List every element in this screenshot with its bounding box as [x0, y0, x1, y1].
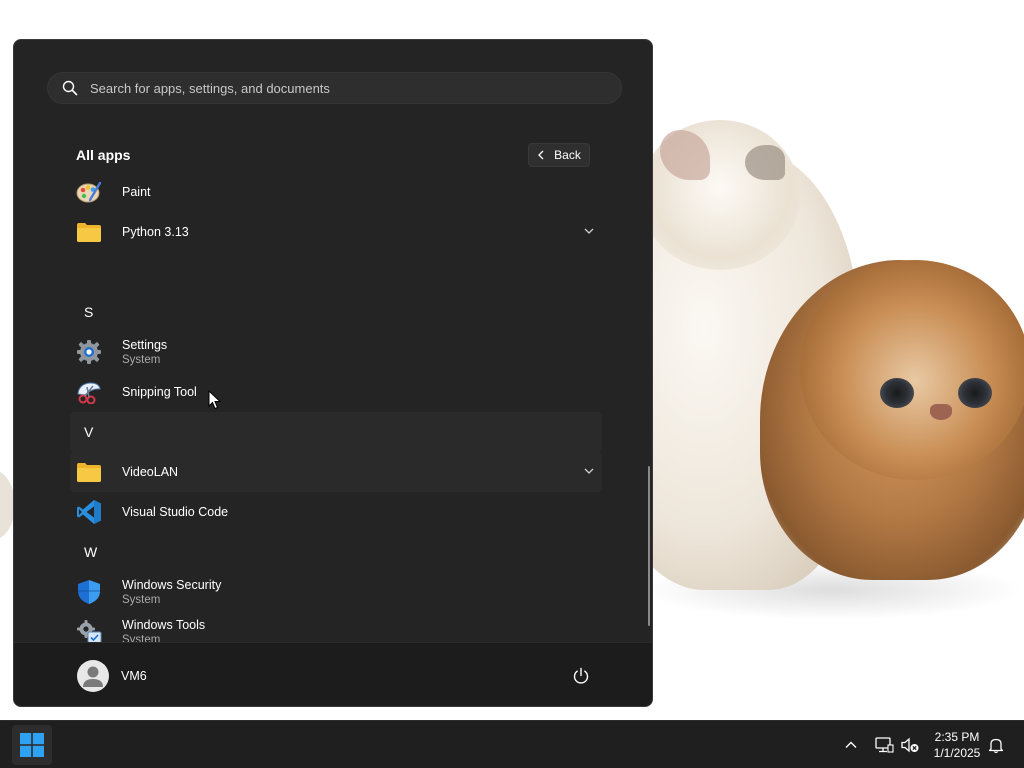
app-item-label: Snipping Tool [122, 385, 197, 399]
network-icon[interactable] [874, 736, 894, 754]
clock-time: 2:35 PM [934, 730, 980, 744]
app-item-label: Visual Studio Code [122, 505, 229, 519]
wallpaper-brown-kitten-head [800, 260, 1024, 480]
folder-item-label: VideoLAN [122, 465, 179, 479]
search-input[interactable] [90, 74, 590, 102]
vscode-icon [76, 500, 102, 524]
app-item-label: Windows Tools [122, 618, 206, 632]
search-box[interactable] [47, 72, 622, 104]
clock-date: 1/1/2025 [933, 746, 981, 760]
back-button[interactable]: Back [528, 143, 590, 167]
app-item-label: Paint [122, 185, 151, 199]
wallpaper-kitten-nose [930, 404, 952, 420]
app-item-snipping-tool[interactable]: Snipping Tool [70, 372, 602, 412]
taskbar-clock[interactable]: 2:35 PM 1/1/2025 [926, 729, 988, 761]
app-list-scrollbar[interactable] [648, 466, 650, 626]
windows-security-shield-icon [76, 580, 102, 604]
letter-header-v[interactable]: V [84, 424, 93, 440]
windows-tools-icon [76, 620, 102, 644]
power-icon [573, 667, 589, 684]
app-item-paint[interactable]: Paint [70, 172, 602, 212]
app-item-label: Windows Security [122, 578, 222, 592]
mouse-cursor-icon [208, 390, 222, 410]
back-button-label: Back [554, 148, 581, 162]
folder-item-videolan[interactable]: VideoLAN [70, 452, 602, 492]
chevron-up-icon[interactable] [843, 737, 859, 753]
taskbar: 2:35 PM 1/1/2025 [0, 720, 1024, 768]
windows-logo-icon [20, 733, 44, 757]
folder-item-python[interactable]: Python 3.13 [70, 212, 602, 252]
app-item-subtitle: System [122, 594, 161, 606]
chevron-left-icon [538, 150, 544, 160]
app-item-subtitle: System [122, 354, 161, 366]
letter-header-s[interactable]: S [84, 304, 93, 320]
folder-item-label: Python 3.13 [122, 225, 189, 239]
app-item-label: Settings [122, 338, 168, 352]
notification-bell-icon[interactable] [987, 736, 1005, 754]
folder-icon [76, 220, 102, 244]
wallpaper-kitten-eye [958, 378, 992, 408]
wallpaper-white-cat-ear [745, 145, 785, 180]
start-button[interactable] [12, 725, 52, 765]
app-item-visual-studio-code[interactable]: Visual Studio Code [70, 492, 602, 532]
folder-icon [76, 460, 102, 484]
all-apps-list: Paint Python 3.13 S Settings System Snip… [70, 172, 602, 646]
chevron-down-icon[interactable] [584, 227, 594, 235]
user-silhouette-icon [83, 666, 103, 687]
letter-header-v-row[interactable]: V [70, 412, 602, 452]
start-menu: All apps Back Paint [13, 39, 653, 707]
all-apps-title: All apps [76, 147, 131, 163]
app-item-windows-security[interactable]: Windows Security System [70, 572, 602, 612]
power-button[interactable] [568, 663, 594, 689]
letter-header-w[interactable]: W [84, 544, 97, 560]
start-menu-footer: VM6 [14, 642, 652, 706]
user-name[interactable]: VM6 [121, 669, 147, 683]
wallpaper-kitten-eye [880, 378, 914, 408]
paint-icon [76, 180, 102, 204]
user-avatar[interactable] [77, 660, 109, 692]
snipping-tool-icon [76, 380, 102, 404]
chevron-down-icon[interactable] [584, 467, 594, 475]
search-icon [62, 80, 78, 96]
app-item-settings[interactable]: Settings System [70, 332, 602, 372]
volume-muted-icon[interactable] [900, 736, 920, 754]
settings-gear-icon [76, 340, 102, 364]
